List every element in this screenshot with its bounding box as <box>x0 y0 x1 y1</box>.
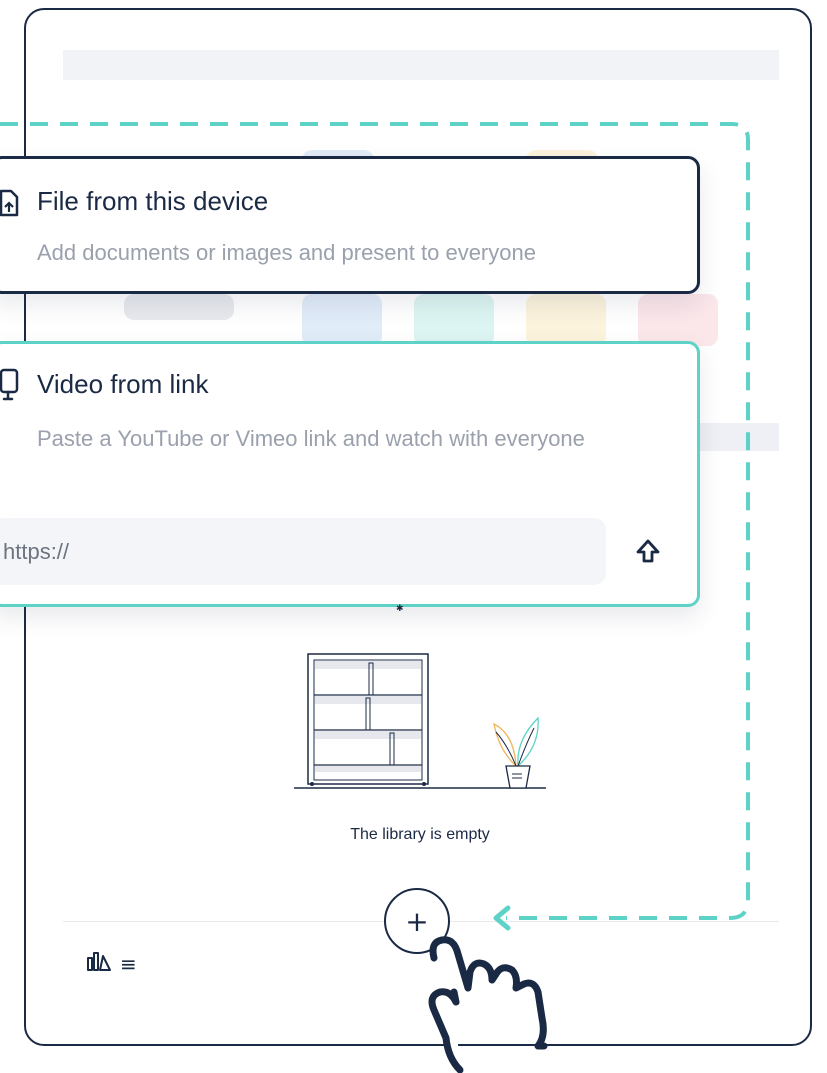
submit-link-button[interactable] <box>631 534 665 568</box>
arrow-up-outline-icon <box>636 539 660 563</box>
video-option-title: Video from link <box>37 369 209 399</box>
file-option-description: Add documents or images and present to e… <box>37 240 536 265</box>
file-option-title: File from this device <box>37 186 269 216</box>
file-upload-option[interactable]: File from this device Add documents or i… <box>0 156 700 294</box>
decorative-dot: ✱ <box>396 604 404 614</box>
video-url-input[interactable] <box>0 518 606 585</box>
video-link-icon <box>0 368 19 406</box>
file-upload-icon <box>0 189 19 221</box>
pointing-hand-icon <box>428 936 548 1073</box>
video-option-description: Paste a YouTube or Vimeo link and watch … <box>37 426 585 451</box>
video-link-option[interactable]: Video from link Paste a YouTube or Vimeo… <box>0 341 700 607</box>
